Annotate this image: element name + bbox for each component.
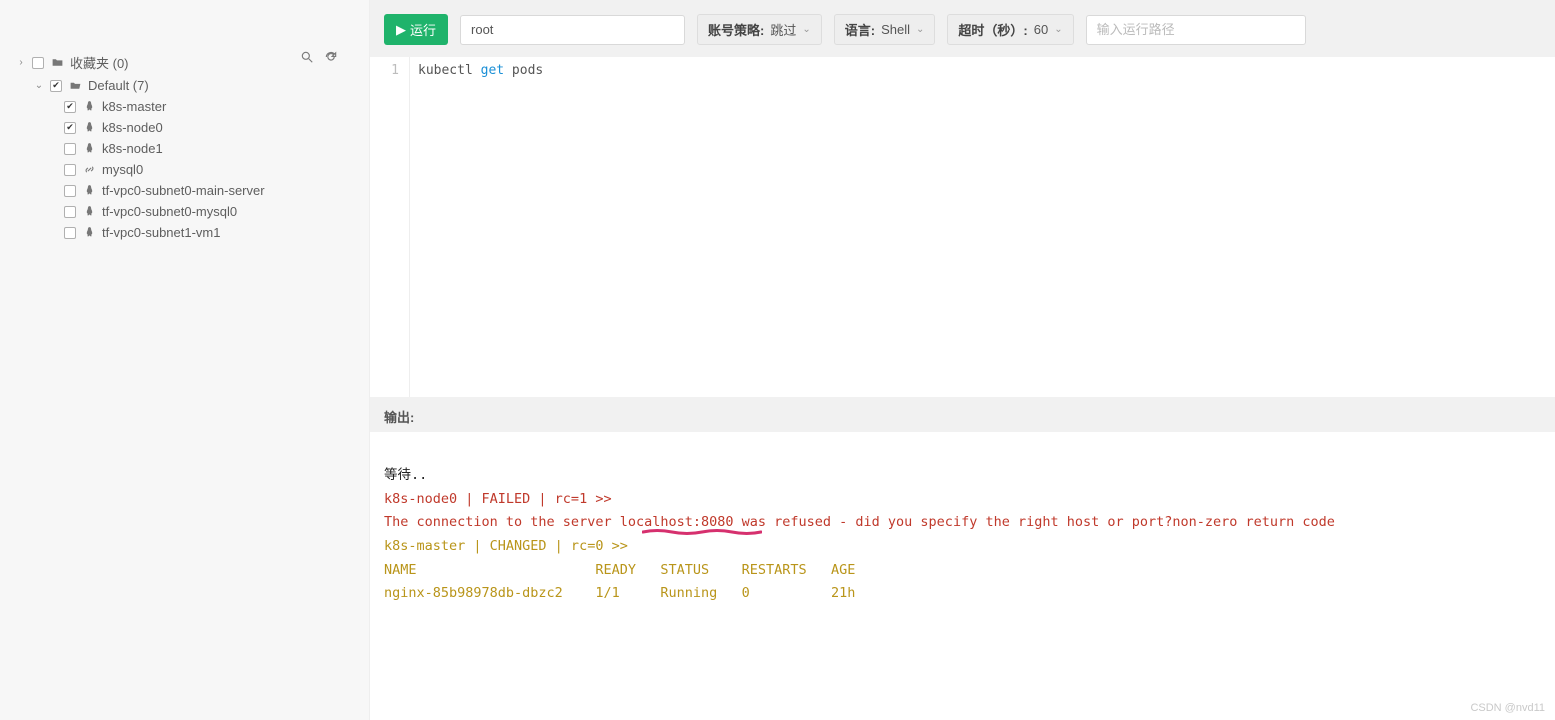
refresh-icon[interactable] [324, 50, 338, 67]
tree-item-label: mysql0 [102, 162, 143, 177]
run-label: 运行 [410, 20, 436, 39]
checkbox[interactable] [64, 101, 76, 113]
linux-icon [82, 121, 96, 134]
checkbox[interactable] [64, 206, 76, 218]
tree: › 收藏夹 (0) ⌄ Default (7) k8s-master k8s-no… [16, 50, 359, 243]
annotation-underline [642, 528, 762, 532]
account-policy-dropdown[interactable]: 账号策略: 跳过 ⌄ [697, 14, 822, 45]
output-table-row: nginx-85b98978db-dbzc2 1/1 Running 0 21h [384, 582, 1541, 606]
run-button[interactable]: ▶ 运行 [384, 14, 448, 45]
output-ok-header: k8s-master | CHANGED | rc=0 >> [384, 535, 1541, 559]
sidebar: › 收藏夹 (0) ⌄ Default (7) k8s-master k8s-no… [0, 0, 370, 720]
language-dropdown[interactable]: 语言: Shell ⌄ [834, 14, 936, 45]
linux-icon [82, 226, 96, 239]
tree-item-label: k8s-node0 [102, 120, 163, 135]
checkbox[interactable] [64, 143, 76, 155]
dd-label: 账号策略: [708, 20, 764, 39]
folder-open-icon [68, 79, 82, 92]
output-label: 输出: [370, 397, 1555, 432]
tree-item[interactable]: tf-vpc0-subnet0-mysql0 [16, 201, 359, 222]
tree-default[interactable]: ⌄ Default (7) [16, 75, 359, 96]
search-icon[interactable] [300, 50, 314, 67]
watermark: CSDN @nvd11 [1470, 702, 1545, 714]
linux-icon [82, 205, 96, 218]
tree-item[interactable]: k8s-node0 [16, 117, 359, 138]
tree-item-label: k8s-node1 [102, 141, 163, 156]
chevron-down-icon: ⌄ [916, 24, 924, 35]
tree-item[interactable]: mysql0 [16, 159, 359, 180]
code-line: kubectl get pods [410, 57, 543, 397]
checkbox[interactable] [64, 164, 76, 176]
gutter: 1 [370, 57, 410, 397]
dd-value: 60 [1034, 22, 1048, 37]
tree-item-label: tf-vpc0-subnet0-mysql0 [102, 204, 237, 219]
tree-item-label: tf-vpc0-subnet1-vm1 [102, 225, 221, 240]
toolbar: ▶ 运行 账号策略: 跳过 ⌄ 语言: Shell ⌄ 超时（秒）: 60 ⌄ [370, 0, 1555, 57]
link-icon [82, 163, 96, 176]
chevron-down-icon: ⌄ [802, 24, 810, 35]
tree-item[interactable]: k8s-node1 [16, 138, 359, 159]
timeout-dropdown[interactable]: 超时（秒）: 60 ⌄ [947, 14, 1073, 45]
dd-value: 跳过 [770, 20, 796, 39]
checkbox[interactable] [50, 80, 62, 92]
run-path-input[interactable] [1086, 15, 1306, 45]
output-table-header: NAME READY STATUS RESTARTS AGE [384, 559, 1541, 583]
tree-item-label: tf-vpc0-subnet0-main-server [102, 183, 265, 198]
output-fail-header: k8s-node0 | FAILED | rc=1 >> [384, 488, 1541, 512]
chevron-down-icon[interactable]: ⌄ [34, 80, 44, 91]
user-input[interactable] [460, 15, 685, 45]
code-editor[interactable]: 1 kubectl get pods [370, 57, 1555, 397]
folder-icon [50, 56, 64, 69]
output-wait: 等待.. [384, 464, 1541, 488]
tree-item[interactable]: tf-vpc0-subnet1-vm1 [16, 222, 359, 243]
chevron-right-icon[interactable]: › [16, 57, 26, 68]
play-icon: ▶ [396, 22, 406, 38]
linux-icon [82, 100, 96, 113]
checkbox[interactable] [32, 57, 44, 69]
tree-item[interactable]: k8s-master [16, 96, 359, 117]
chevron-down-icon: ⌄ [1054, 24, 1062, 35]
dd-value: Shell [881, 22, 910, 37]
checkbox[interactable] [64, 122, 76, 134]
line-number: 1 [370, 63, 399, 78]
tree-item[interactable]: tf-vpc0-subnet0-main-server [16, 180, 359, 201]
dd-label: 超时（秒）: [958, 20, 1027, 39]
checkbox[interactable] [64, 227, 76, 239]
dd-label: 语言: [845, 20, 875, 39]
output-fail-message: The connection to the server localhost:8… [384, 511, 1541, 535]
main: ▶ 运行 账号策略: 跳过 ⌄ 语言: Shell ⌄ 超时（秒）: 60 ⌄ [370, 0, 1555, 720]
tree-label: 收藏夹 (0) [70, 53, 129, 72]
linux-icon [82, 184, 96, 197]
output-panel: 等待.. k8s-node0 | FAILED | rc=1 >> The co… [370, 432, 1555, 720]
linux-icon [82, 142, 96, 155]
tree-label: Default (7) [88, 78, 149, 93]
checkbox[interactable] [64, 185, 76, 197]
tree-item-label: k8s-master [102, 99, 166, 114]
